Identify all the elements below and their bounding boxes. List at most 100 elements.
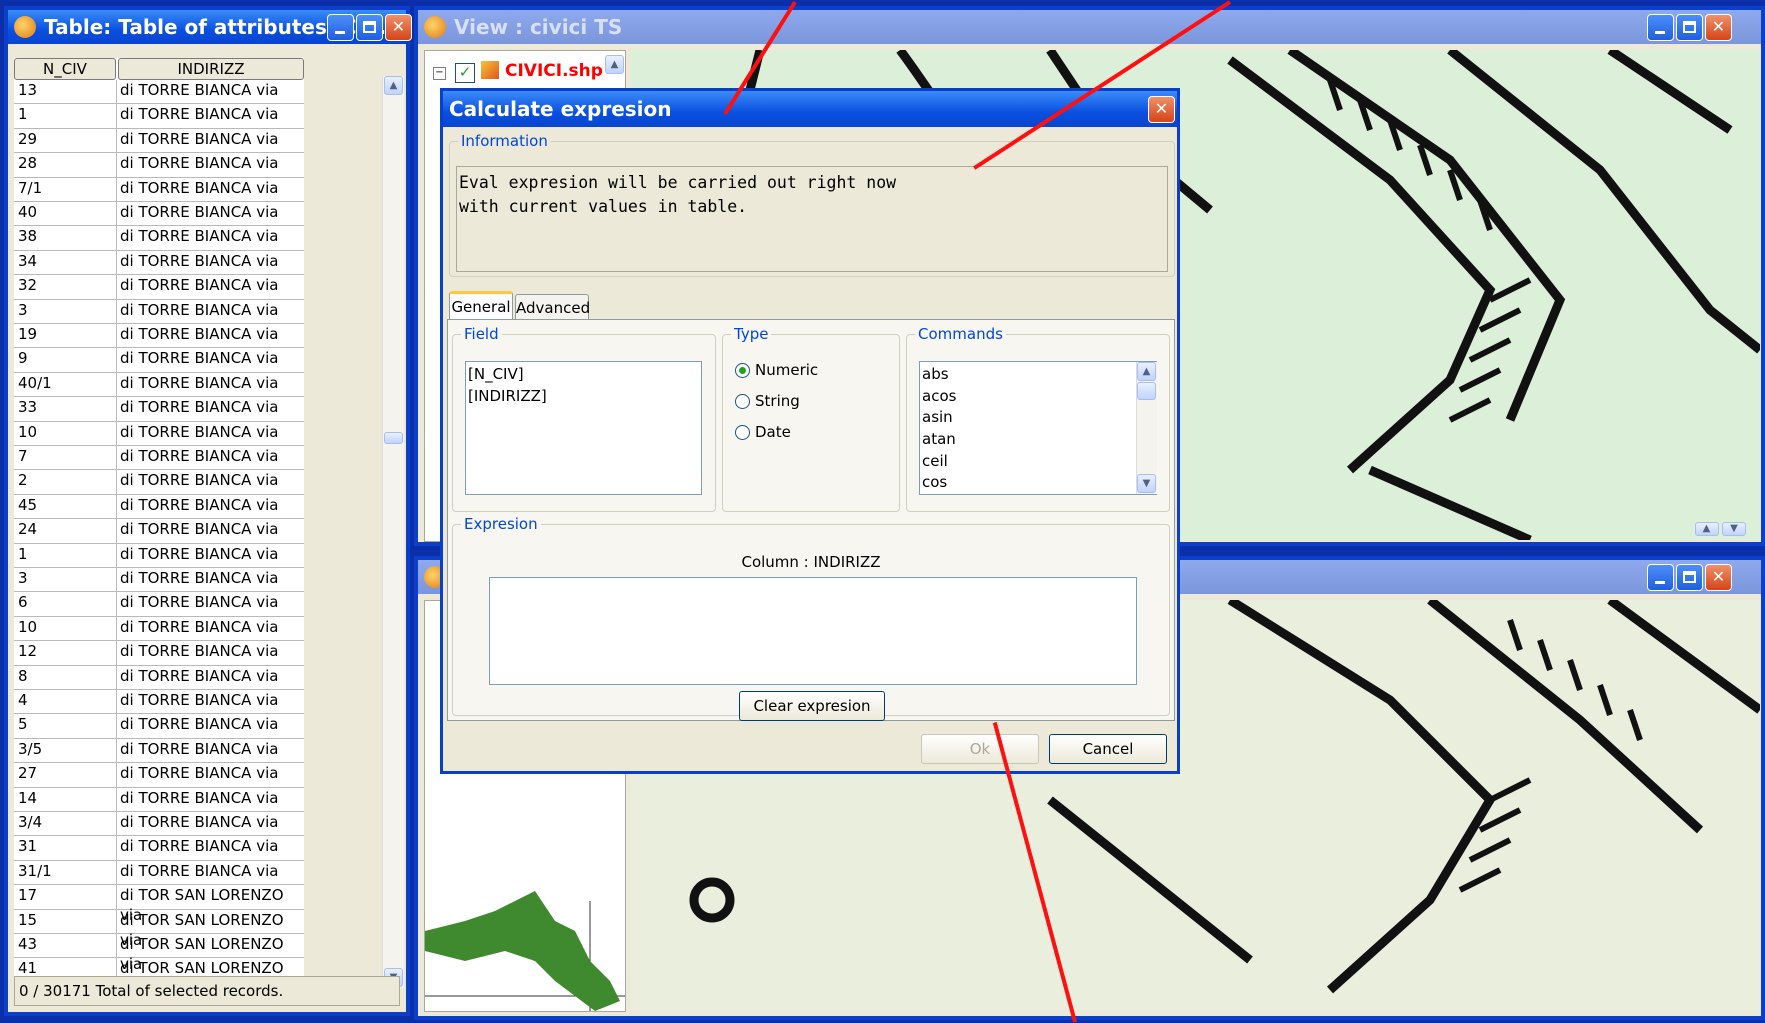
table-row[interactable]: 33 di TORRE BIANCA via xyxy=(14,397,304,422)
dialog-title: Calculate expresion xyxy=(449,97,672,121)
close-button[interactable]: ✕ xyxy=(385,14,412,41)
table-vertical-scrollbar[interactable]: ▲ ▼ xyxy=(382,76,404,988)
toc-expand-icon[interactable]: − xyxy=(433,67,446,80)
table-row[interactable]: 28 di TORRE BIANCA via xyxy=(14,153,304,178)
table-row[interactable]: 1 di TORRE BIANCA via xyxy=(14,543,304,568)
command-list-item[interactable]: asin xyxy=(920,407,1156,429)
cell-n-civ: 10 xyxy=(18,422,38,441)
type-radio-string[interactable]: String xyxy=(735,392,800,410)
table-row[interactable]: 40/1 di TORRE BIANCA via xyxy=(14,372,304,398)
table-row[interactable]: 3 di TORRE BIANCA via xyxy=(14,299,304,324)
expression-textarea[interactable] xyxy=(489,577,1137,685)
table-row[interactable]: 3/4 di TORRE BIANCA via xyxy=(14,812,304,837)
expression-legend: Expresion xyxy=(461,514,541,534)
scroll-thumb[interactable] xyxy=(1137,382,1156,400)
scroll-thumb[interactable] xyxy=(384,432,403,444)
layer-checkbox[interactable]: ✓ xyxy=(455,63,475,83)
table-row[interactable]: 27 di TORRE BIANCA via xyxy=(14,763,304,788)
scroll-up-icon[interactable]: ▲ xyxy=(1137,362,1156,381)
cancel-button[interactable]: Cancel xyxy=(1049,734,1167,764)
clear-expression-button[interactable]: Clear expresion xyxy=(739,691,885,721)
table-row[interactable]: 10 di TORRE BIANCA via xyxy=(14,616,304,642)
close-button[interactable]: ✕ xyxy=(1705,564,1732,591)
table-row[interactable]: 31 di TORRE BIANCA via xyxy=(14,836,304,861)
layer-shape-icon xyxy=(481,61,499,79)
table-row[interactable]: 1 di TORRE BIANCA via xyxy=(14,104,304,129)
table-row[interactable]: 13 di TORRE BIANCA via xyxy=(14,80,304,105)
table-row[interactable]: 10 di TORRE BIANCA via xyxy=(14,421,304,446)
table-row[interactable]: 9 di TORRE BIANCA via xyxy=(14,348,304,373)
cell-indirizz: di TORRE BIANCA via xyxy=(120,666,279,685)
scroll-down-icon[interactable]: ▼ xyxy=(1722,522,1746,536)
table-row[interactable]: 14 di TORRE BIANCA via xyxy=(14,787,304,812)
field-list-item[interactable]: [N_CIV] xyxy=(466,364,701,386)
table-row[interactable]: 7/1 di TORRE BIANCA via xyxy=(14,177,304,202)
cell-indirizz: di TORRE BIANCA via xyxy=(120,300,279,319)
table-row[interactable]: 7 di TORRE BIANCA via xyxy=(14,446,304,471)
command-list-item[interactable]: atan xyxy=(920,429,1156,451)
table-row[interactable]: 4 di TORRE BIANCA via xyxy=(14,690,304,715)
column-header-n-civ[interactable]: N_CIV xyxy=(14,58,116,80)
table-row[interactable]: 15 di TOR SAN LORENZO via xyxy=(14,909,304,949)
maximize-button[interactable] xyxy=(1676,14,1703,41)
maximize-button[interactable] xyxy=(356,14,383,41)
table-row[interactable]: 45 di TORRE BIANCA via xyxy=(14,494,304,520)
cell-indirizz: di TORRE BIANCA via xyxy=(120,764,279,783)
close-icon: ✕ xyxy=(1711,567,1726,586)
cell-n-civ: 43 xyxy=(18,935,38,953)
type-radio-date[interactable]: Date xyxy=(735,423,791,441)
command-list-item[interactable]: cos xyxy=(920,472,1156,494)
type-radio-numeric[interactable]: Numeric xyxy=(735,361,818,379)
cell-n-civ: 12 xyxy=(18,642,38,661)
maximize-button[interactable] xyxy=(1676,564,1703,591)
field-list[interactable]: [N_CIV] [INDIRIZZ] xyxy=(465,361,702,495)
table-row[interactable]: 31/1 di TORRE BIANCA via xyxy=(14,860,304,886)
commands-list[interactable]: abs acos asin atan ceil cos xyxy=(919,361,1157,495)
cell-n-civ: 3/4 xyxy=(18,813,43,831)
command-list-item[interactable]: acos xyxy=(920,386,1156,408)
tab-advanced[interactable]: Advanced xyxy=(515,294,590,320)
information-legend: Information xyxy=(458,131,551,151)
table-row[interactable]: 43 di TOR SAN LORENZO via xyxy=(14,934,304,973)
cell-indirizz: di TORRE BIANCA via xyxy=(120,495,279,514)
map-scroll-buttons[interactable]: ▲ ▼ xyxy=(1694,521,1746,536)
scroll-up-icon[interactable]: ▲ xyxy=(1694,522,1719,536)
cell-n-civ: 3/5 xyxy=(18,739,43,758)
table-row[interactable]: 38 di TORRE BIANCA via xyxy=(14,226,304,251)
table-row[interactable]: 29 di TORRE BIANCA via xyxy=(14,128,304,154)
table-row[interactable]: 40 di TORRE BIANCA via xyxy=(14,202,304,227)
table-row[interactable]: 5 di TORRE BIANCA via xyxy=(14,714,304,739)
table-row[interactable]: 6 di TORRE BIANCA via xyxy=(14,592,304,617)
table-row[interactable]: 24 di TORRE BIANCA via xyxy=(14,519,304,544)
tab-general[interactable]: General xyxy=(449,291,513,320)
table-row[interactable]: 2 di TORRE BIANCA via xyxy=(14,470,304,495)
command-list-item[interactable]: abs xyxy=(920,364,1156,386)
table-row[interactable]: 32 di TORRE BIANCA via xyxy=(14,275,304,300)
scroll-down-icon[interactable]: ▼ xyxy=(1137,474,1156,493)
ok-button[interactable]: Ok xyxy=(921,734,1039,764)
field-list-item[interactable]: [INDIRIZZ] xyxy=(466,386,701,408)
cell-indirizz: di TORRE BIANCA via xyxy=(120,349,279,368)
commands-legend: Commands xyxy=(915,324,1006,344)
table-row[interactable]: 34 di TORRE BIANCA via xyxy=(14,250,304,276)
close-button[interactable]: ✕ xyxy=(1705,14,1732,41)
column-header-indirizz[interactable]: INDIRIZZ xyxy=(118,58,304,80)
minimize-button[interactable] xyxy=(1647,14,1674,41)
table-row[interactable]: 3/5 di TORRE BIANCA via xyxy=(14,738,304,764)
table-row[interactable]: 12 di TORRE BIANCA via xyxy=(14,641,304,666)
toc-scroll-up-icon[interactable]: ▲ xyxy=(605,55,624,74)
table-row[interactable]: 8 di TORRE BIANCA via xyxy=(14,665,304,690)
table-row[interactable]: 17 di TOR SAN LORENZO via xyxy=(14,885,304,924)
dialog-close-button[interactable]: ✕ xyxy=(1148,96,1175,123)
layer-name[interactable]: CIVICI.shp xyxy=(505,61,603,81)
command-list-item[interactable]: ceil xyxy=(920,451,1156,473)
table-row[interactable]: 19 di TORRE BIANCA via xyxy=(14,324,304,349)
cell-n-civ: 28 xyxy=(18,154,38,173)
table-row[interactable]: 3 di TORRE BIANCA via xyxy=(14,568,304,593)
scroll-up-icon[interactable]: ▲ xyxy=(384,76,403,95)
commands-scrollbar[interactable]: ▲ ▼ xyxy=(1136,362,1157,494)
view-window-titlebar[interactable]: View : civici TS xyxy=(418,10,1761,44)
minimize-button[interactable] xyxy=(327,14,354,41)
close-icon: ✕ xyxy=(1154,99,1169,118)
minimize-button[interactable] xyxy=(1647,564,1674,591)
